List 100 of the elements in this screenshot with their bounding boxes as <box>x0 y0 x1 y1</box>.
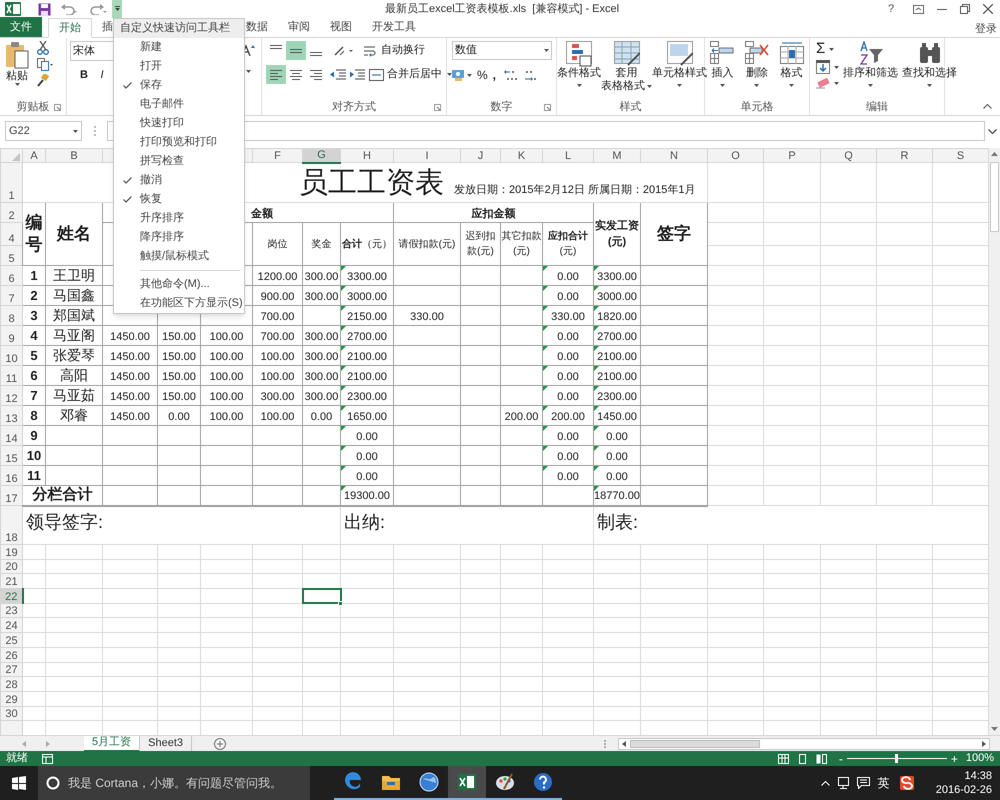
menu-item[interactable]: 拼写检查 <box>114 152 244 171</box>
comma-button[interactable]: , <box>492 66 499 84</box>
style-button[interactable]: 条件格式 <box>557 41 601 93</box>
text-orientation-icon[interactable] <box>334 44 354 56</box>
expand-formula-icon[interactable] <box>988 128 997 134</box>
row-header[interactable]: 26 <box>0 647 22 662</box>
row-header[interactable]: 27 <box>0 662 22 677</box>
row-header[interactable]: 9 <box>0 326 22 346</box>
column-header[interactable]: Q <box>820 148 876 162</box>
scissors-icon[interactable] <box>37 41 49 55</box>
windows-start-icon[interactable] <box>12 776 26 790</box>
fill-handle[interactable] <box>338 600 343 606</box>
scroll-down-icon[interactable] <box>991 727 998 731</box>
horizontal-scrollbar[interactable] <box>618 738 990 750</box>
column-header[interactable]: G <box>302 148 340 162</box>
row-header[interactable]: 17 <box>0 486 22 506</box>
style-button[interactable]: 套用 表格格式 <box>601 41 652 93</box>
row-header[interactable]: 20 <box>0 559 22 574</box>
menu-item[interactable]: 恢复 <box>114 190 244 209</box>
scroll-right-icon[interactable] <box>982 740 986 746</box>
decrease-indent-icon[interactable] <box>330 69 346 80</box>
minimize-icon[interactable] <box>937 8 947 10</box>
row-header[interactable]: 12 <box>0 386 22 406</box>
editing-button[interactable]: 查找和选择 <box>902 41 957 87</box>
row-header[interactable]: 30 <box>0 706 22 721</box>
menu-item[interactable]: 新建 <box>114 38 244 57</box>
sheet-tab[interactable]: 5月工资 <box>84 736 140 752</box>
copy-icon[interactable] <box>37 58 53 71</box>
row-header[interactable]: 19 <box>0 544 22 560</box>
ribbon-tab[interactable]: 文件 <box>0 17 42 37</box>
name-box[interactable]: G22 <box>5 121 82 141</box>
row-header[interactable]: 16 <box>0 466 22 486</box>
page-break-icon[interactable] <box>816 754 827 764</box>
cells-button[interactable]: 格式 <box>780 41 804 87</box>
ribbon-tab[interactable]: 开始 <box>48 18 92 38</box>
menu-item[interactable]: 打开 <box>114 56 244 76</box>
cells-button[interactable]: 删除 <box>744 41 769 87</box>
zoom-level[interactable]: 100% <box>966 752 994 765</box>
paste-button[interactable]: 粘贴 <box>0 41 34 86</box>
menu-item[interactable]: 降序排序 <box>114 228 244 247</box>
row-header[interactable]: 2 <box>0 202 22 222</box>
zoom-slider-thumb[interactable] <box>895 754 898 763</box>
dialog-launcher-icon[interactable] <box>54 104 61 111</box>
row-header[interactable]: 5 <box>0 246 22 266</box>
increase-decimal-icon[interactable] <box>504 69 518 81</box>
bold-button[interactable]: B <box>78 67 90 84</box>
column-header[interactable]: O <box>708 148 764 162</box>
row-header[interactable]: 6 <box>0 266 22 286</box>
network-icon[interactable] <box>838 777 849 789</box>
notification-icon[interactable] <box>856 777 870 789</box>
number-format-dropdown[interactable]: 数值 <box>452 41 552 60</box>
normal-view-icon[interactable] <box>778 754 789 764</box>
dialog-launcher-icon[interactable] <box>544 104 551 111</box>
row-header[interactable]: 7 <box>0 286 22 306</box>
merge-center-button[interactable]: 合并后居中 <box>369 66 452 83</box>
column-header[interactable]: J <box>460 148 500 162</box>
input-language[interactable]: 英 <box>878 774 890 792</box>
ribbon-tab[interactable]: 审阅 <box>278 17 320 37</box>
row-header[interactable]: 8 <box>0 306 22 326</box>
scroll-up-icon[interactable] <box>991 152 998 156</box>
zoom-in-button[interactable]: + <box>950 752 958 764</box>
column-header[interactable]: L <box>542 148 594 162</box>
save-icon[interactable] <box>38 2 51 16</box>
row-header[interactable]: 24 <box>0 618 22 633</box>
scroll-thumb[interactable] <box>990 162 999 232</box>
customize-toolbar-button[interactable] <box>112 0 122 18</box>
column-header[interactable]: R <box>876 148 932 162</box>
autosum-button[interactable]: Σ <box>816 41 839 57</box>
menu-item[interactable]: 快速打印 <box>114 114 244 133</box>
row-header[interactable]: 4 <box>0 222 22 246</box>
column-header[interactable]: K <box>500 148 542 162</box>
clock-time[interactable]: 14:38 <box>964 769 992 783</box>
menu-item[interactable]: 保存 <box>114 76 244 95</box>
scroll-thumb[interactable] <box>630 740 760 748</box>
taskbar-app-button[interactable] <box>448 766 486 800</box>
menu-item[interactable]: 触摸/鼠标模式 <box>114 246 244 266</box>
search-field[interactable]: 我是 Cortana，小娜。有问题尽管问我。 <box>38 766 310 800</box>
row-header[interactable]: 11 <box>0 366 22 386</box>
dialog-launcher-icon[interactable] <box>434 104 441 111</box>
row-header[interactable]: 21 <box>0 574 22 589</box>
undo-icon[interactable] <box>60 3 78 15</box>
vertical-scrollbar[interactable] <box>988 148 1000 735</box>
row-header[interactable]: 23 <box>0 603 22 618</box>
cells-button[interactable]: 插入 <box>710 41 734 87</box>
help-button[interactable]: ? <box>880 0 902 18</box>
close-icon[interactable] <box>983 4 993 14</box>
decrease-decimal-icon[interactable] <box>522 69 537 81</box>
menu-item[interactable]: 其他命令(M)... <box>114 274 244 294</box>
menu-item[interactable]: 打印预览和打印 <box>114 132 244 152</box>
column-header[interactable]: P <box>764 148 820 162</box>
row-header[interactable]: 22 <box>0 588 22 604</box>
italic-button[interactable]: I <box>96 67 108 84</box>
restore-icon[interactable] <box>960 4 970 14</box>
row-header[interactable]: 25 <box>0 632 22 648</box>
menu-item[interactable]: 电子邮件 <box>114 94 244 114</box>
collapse-ribbon-icon[interactable] <box>983 104 992 109</box>
sign-in-link[interactable]: 登录 <box>975 21 997 38</box>
scroll-left-icon[interactable] <box>622 740 626 746</box>
row-header[interactable]: 10 <box>0 346 22 366</box>
clock-date[interactable]: 2016-02-26 <box>936 783 992 797</box>
